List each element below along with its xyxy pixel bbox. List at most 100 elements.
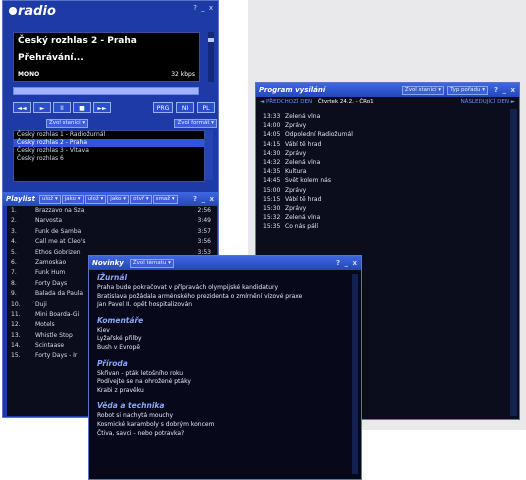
track-number: 1. — [11, 207, 17, 214]
program-scrollbar[interactable] — [510, 109, 517, 416]
news-item[interactable]: Skřivan - pták letošního roku — [97, 370, 353, 379]
program-row[interactable]: 15:35 Co nás pálí — [256, 222, 519, 231]
prev-button[interactable]: ◄◄ — [13, 102, 31, 113]
window-controls[interactable]: ? _ x — [193, 4, 214, 12]
program-time: 14:32 — [263, 159, 281, 167]
news-item[interactable]: Bratislava požádala arménského prezident… — [97, 293, 353, 302]
program-time: 15:15 — [263, 195, 281, 203]
playlist-title: Playlist — [6, 195, 35, 203]
playlist-action-as-2[interactable]: jako — [107, 194, 130, 204]
playlist-titlebar: Playlist ulož jako ulož jako otvř smaž ?… — [3, 192, 218, 206]
program-row[interactable]: 14:30 Zprávy — [256, 149, 519, 158]
next-button[interactable]: ►► — [93, 102, 111, 113]
track-title: Whistle Stop — [35, 331, 73, 339]
playlist-row[interactable]: 2. Narvosta 3:49 — [7, 216, 217, 226]
news-item[interactable]: Krabi z pravěku — [97, 387, 353, 396]
program-row[interactable]: 14:05 Odpolední Radiožurnál — [256, 130, 519, 139]
track-title: Balada da Paula — [35, 290, 84, 298]
playlist-action-save-2[interactable]: ulož — [84, 194, 107, 204]
program-time: 14:45 — [263, 177, 281, 185]
program-row[interactable]: 15:30 Zprávy — [256, 204, 519, 213]
station-list-item-selected[interactable]: Český rozhlas 2 - Praha — [14, 139, 204, 147]
program-row[interactable]: 14:00 Zprávy — [256, 121, 519, 130]
news-item[interactable]: Lyžařské přilby — [97, 335, 353, 344]
previous-day-link[interactable]: ◄ PŘEDCHOZÍ DEN — [260, 99, 312, 105]
program-name: Vábí tě hrad — [285, 195, 322, 203]
news-item[interactable]: Robot si nachytá mouchy — [97, 412, 353, 421]
program-title: Program vysílání — [259, 86, 326, 94]
program-window-controls[interactable]: ? _ x — [494, 86, 516, 94]
news-window-controls[interactable]: ? _ x — [336, 259, 358, 267]
program-row[interactable]: 14:15 Vábí tě hrad — [256, 140, 519, 149]
news-scrollbar[interactable] — [352, 274, 358, 474]
bitrate: 32 kbps — [171, 71, 195, 78]
news-item[interactable]: Jan Pavel II. opět hospitalizován — [97, 301, 353, 310]
track-title: Duji — [35, 300, 47, 308]
news-item[interactable]: Praha bude pokračovat v přípravách olymp… — [97, 284, 353, 293]
next-day-link[interactable]: NÁSLEDUJÍCÍ DEN ► — [461, 97, 515, 108]
program-time: 14:00 — [263, 122, 281, 130]
seek-bar[interactable] — [13, 87, 199, 95]
playlist-action-save-as[interactable]: jako — [61, 194, 84, 204]
playlist-button[interactable]: PL — [197, 102, 215, 113]
news-topic-select[interactable]: Zvol tématu — [129, 258, 174, 268]
station-list-item[interactable]: Český rozhlas 3 - Vltava — [14, 147, 204, 155]
station-list-item[interactable]: Český rozhlas 1 - Radiožurnál — [14, 131, 204, 139]
playlist-row[interactable]: 4. Call me at Cleo's 3:56 — [7, 237, 217, 247]
track-title: Brazzavo na Sza — [35, 207, 85, 214]
news-item[interactable]: Podívejte se na ohrožené ptáky — [97, 378, 353, 387]
track-number: 12. — [11, 321, 21, 329]
program-row[interactable]: 15:15 Vábí tě hrad — [256, 195, 519, 204]
program-row[interactable]: 14:35 Kultura — [256, 167, 519, 176]
news-button[interactable]: NI — [176, 102, 194, 113]
program-time: 14:15 — [263, 140, 281, 148]
playlist-row[interactable]: 1. Brazzavo na Sza 2:56 — [7, 206, 217, 216]
program-row[interactable]: 14:32 Zelená vlna — [256, 158, 519, 167]
news-item[interactable]: Kiev — [97, 327, 353, 336]
playlist-action-open[interactable]: otvř — [130, 194, 152, 204]
playlist-row[interactable]: 3. Funk de Samba 3:57 — [7, 227, 217, 237]
track-number: 11. — [11, 310, 21, 318]
volume-knob[interactable] — [208, 38, 214, 42]
program-name: Kultura — [285, 168, 307, 176]
program-time: 14:35 — [263, 168, 281, 176]
playlist-window-controls[interactable]: ? _ x — [193, 195, 215, 203]
track-duration: 3:56 — [197, 238, 211, 246]
program-list: 13:33 Zelená vlna 14:00 Zprávy 14:05 Odpoledn… — [256, 108, 519, 232]
news-section-heading: Věda a technika — [97, 401, 165, 411]
track-number: 10. — [11, 300, 21, 308]
station-list-item[interactable]: Český rozhlas 6 — [14, 155, 204, 163]
program-row[interactable]: 15:00 Zprávy — [256, 186, 519, 195]
program-row[interactable]: 15:32 Zelená vlna — [256, 213, 519, 222]
logo-text: radio — [18, 4, 56, 19]
news-item[interactable]: Čtiva, savci - nebo potravka? — [97, 430, 353, 439]
program-button[interactable]: PRG — [153, 102, 173, 113]
program-name: Co nás pálí — [285, 223, 319, 231]
track-number: 7. — [11, 269, 17, 277]
pause-button[interactable]: II — [53, 102, 71, 113]
news-list: iŽurnál Praha bude pokračovat v přípravác… — [89, 270, 361, 441]
news-titlebar: Novinky Zvol tématu ? _ x — [89, 256, 361, 270]
track-title: Narvosta — [35, 217, 63, 225]
program-name: Zprávy — [285, 205, 307, 213]
program-station-select[interactable]: Zvol stanici — [401, 85, 445, 95]
news-item[interactable]: Bush v Evropě — [97, 344, 353, 353]
volume-slider[interactable] — [208, 32, 214, 82]
program-day-nav: ◄ PŘEDCHOZÍ DEN Čtvrtek 24.2. - ČRo1 NÁS… — [256, 97, 519, 108]
news-section-heading: iŽurnál — [97, 273, 128, 282]
station-list: Český rozhlas 1 - Radiožurnál Český rozh… — [13, 130, 205, 182]
program-row[interactable]: 13:33 Zelená vlna — [256, 112, 519, 121]
play-button[interactable]: ► — [33, 102, 51, 113]
format-select[interactable]: Zvol formát — [174, 119, 217, 128]
track-number: 14. — [11, 342, 21, 350]
program-row[interactable]: 14:45 Svět kolem nás — [256, 176, 519, 185]
program-type-select[interactable]: Typ pořadu — [447, 85, 489, 95]
playlist-action-delete[interactable]: smaž — [152, 194, 178, 204]
station-select[interactable]: Zvol stanici — [46, 119, 89, 128]
station-list-scrollbar[interactable] — [205, 130, 213, 180]
playlist-action-save[interactable]: ulož — [38, 194, 61, 204]
radio-logo: radio — [9, 4, 56, 19]
stop-button[interactable]: ■ — [73, 102, 91, 113]
program-time: 15:00 — [263, 186, 281, 194]
news-item[interactable]: Kosmické karamboly s dobrým koncem — [97, 421, 353, 430]
